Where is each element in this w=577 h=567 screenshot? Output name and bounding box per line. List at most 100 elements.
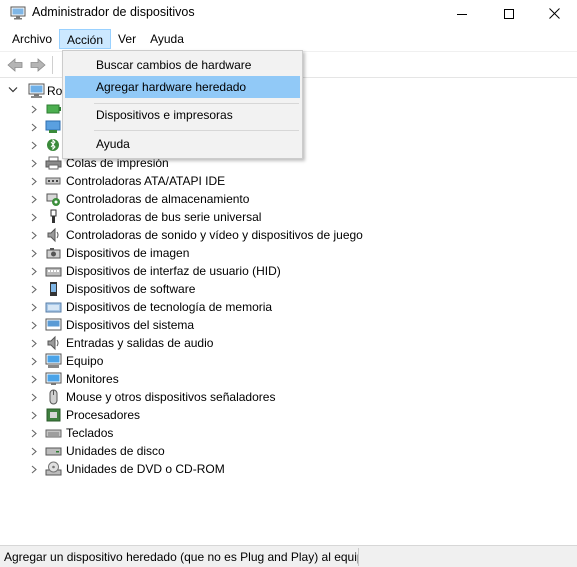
chevron-right-icon[interactable] — [31, 249, 37, 258]
menu-option-help[interactable]: Ayuda — [65, 133, 300, 155]
chevron-right-icon[interactable] — [31, 411, 37, 420]
chevron-right-icon[interactable] — [31, 231, 37, 240]
minimize-button[interactable] — [439, 0, 485, 27]
hid-keyboard-icon — [45, 267, 62, 277]
chevron-right-icon[interactable] — [31, 429, 37, 438]
category-label: Entradas y salidas de audio — [66, 336, 214, 350]
category-item[interactable]: Unidades de DVD o CD-ROM — [0, 460, 577, 478]
category-item[interactable]: Unidades de disco — [0, 442, 577, 460]
chevron-right-icon[interactable] — [31, 285, 37, 294]
chevron-right-icon[interactable] — [31, 123, 37, 132]
software-device-icon — [50, 282, 57, 296]
forward-arrow-icon — [30, 58, 46, 72]
category-item[interactable]: Dispositivos de software — [0, 280, 577, 298]
ide-controller-icon — [45, 177, 61, 185]
close-icon — [548, 8, 560, 19]
back-button[interactable] — [5, 55, 25, 75]
status-bar: Agregar un dispositivo heredado (que no … — [0, 545, 577, 567]
category-item[interactable]: Procesadores — [0, 406, 577, 424]
status-divider — [358, 548, 359, 566]
maximize-icon — [504, 8, 514, 19]
menu-option-add-legacy-hardware[interactable]: Agregar hardware heredado — [65, 76, 300, 98]
camera-icon — [46, 248, 61, 259]
tree-root-label: Ro — [47, 84, 63, 98]
memory-device-icon — [45, 302, 62, 313]
category-label: Monitores — [66, 372, 119, 386]
chevron-right-icon[interactable] — [31, 339, 37, 348]
menu-archivo[interactable]: Archivo — [5, 29, 59, 49]
category-item[interactable]: Dispositivos de interfaz de usuario (HID… — [0, 262, 577, 280]
category-item[interactable]: Dispositivos de imagen — [0, 244, 577, 262]
chevron-right-icon[interactable] — [31, 159, 37, 168]
chevron-right-icon[interactable] — [31, 465, 37, 474]
category-label: Dispositivos de interfaz de usuario (HID… — [66, 264, 281, 278]
processor-icon — [46, 408, 61, 422]
forward-button[interactable] — [28, 55, 48, 75]
action-menu-dropdown: Buscar cambios de hardware Agregar hardw… — [62, 50, 303, 159]
category-item[interactable]: Entradas y salidas de audio — [0, 334, 577, 352]
chevron-right-icon[interactable] — [31, 447, 37, 456]
category-label: Procesadores — [66, 408, 141, 422]
printer-queue-icon — [45, 156, 62, 170]
system-device-icon — [45, 318, 62, 331]
category-item[interactable]: Dispositivos del sistema — [0, 316, 577, 334]
category-item[interactable]: Controladoras ATA/ATAPI IDE — [0, 172, 577, 190]
category-label: Teclados — [66, 426, 114, 440]
category-item[interactable]: Mouse y otros dispositivos señaladores — [0, 388, 577, 406]
bluetooth-adapter-icon — [47, 138, 59, 151]
back-arrow-icon — [7, 58, 23, 72]
category-item[interactable]: Controladoras de almacenamiento — [0, 190, 577, 208]
chevron-right-icon[interactable] — [31, 177, 37, 186]
menu-accion[interactable]: Acción — [59, 28, 112, 49]
menu-separator — [94, 130, 299, 131]
menu-ayuda[interactable]: Ayuda — [143, 29, 191, 49]
category-item[interactable]: Monitores — [0, 370, 577, 388]
category-item[interactable]: Controladoras de bus serie universal — [0, 208, 577, 226]
chevron-right-icon[interactable] — [31, 357, 37, 366]
mouse-icon — [49, 389, 58, 405]
device-manager-window: Administrador de dispositivos Archivo Ac… — [0, 0, 577, 567]
category-label: Controladoras de sonido y vídeo y dispos… — [66, 228, 363, 242]
chevron-right-icon[interactable] — [31, 321, 37, 330]
menu-bar: Archivo Acción Ver Ayuda — [0, 28, 577, 49]
dvd-drive-icon — [45, 461, 62, 476]
menu-option-scan-hardware[interactable]: Buscar cambios de hardware — [65, 54, 300, 76]
storage-controller-icon — [46, 193, 60, 206]
close-button[interactable] — [531, 0, 577, 27]
disk-drive-icon — [45, 447, 62, 456]
usb-icon — [50, 209, 57, 223]
chevron-right-icon[interactable] — [31, 303, 37, 312]
category-label: Dispositivos de software — [66, 282, 196, 296]
chevron-right-icon[interactable] — [31, 267, 37, 276]
toolbar-separator — [52, 56, 53, 74]
chevron-right-icon[interactable] — [31, 375, 37, 384]
monitor-icon — [45, 372, 62, 385]
menu-ver[interactable]: Ver — [111, 29, 143, 49]
category-item[interactable]: Dispositivos de tecnología de memoria — [0, 298, 577, 316]
computer-icon — [45, 353, 62, 368]
category-label: Unidades de disco — [66, 444, 165, 458]
category-label: Dispositivos de tecnología de memoria — [66, 300, 273, 314]
minimize-icon — [457, 13, 467, 15]
chevron-right-icon[interactable] — [31, 141, 37, 150]
category-label: Dispositivos de imagen — [66, 246, 190, 260]
category-label: Controladoras ATA/ATAPI IDE — [66, 174, 226, 188]
window-title: Administrador de dispositivos — [32, 5, 195, 19]
menu-option-devices-printers[interactable]: Dispositivos e impresoras — [65, 104, 300, 126]
chevron-right-icon[interactable] — [31, 393, 37, 402]
status-text: Agregar un dispositivo heredado (que no … — [4, 550, 358, 564]
keyboard-icon — [45, 429, 62, 438]
category-item[interactable]: Controladoras de sonido y vídeo y dispos… — [0, 226, 577, 244]
category-item[interactable]: Teclados — [0, 424, 577, 442]
chevron-right-icon[interactable] — [31, 195, 37, 204]
chevron-right-icon[interactable] — [31, 213, 37, 222]
category-label: Dispositivos del sistema — [66, 318, 195, 332]
chevron-down-icon[interactable] — [8, 86, 18, 94]
category-label: Mouse y otros dispositivos señaladores — [66, 390, 276, 404]
chevron-right-icon[interactable] — [31, 105, 37, 114]
speaker-icon — [47, 227, 59, 243]
network-adapter-icon — [45, 120, 61, 133]
maximize-button[interactable] — [486, 0, 532, 27]
category-label: Controladoras de almacenamiento — [66, 192, 250, 206]
category-item[interactable]: Equipo — [0, 352, 577, 370]
